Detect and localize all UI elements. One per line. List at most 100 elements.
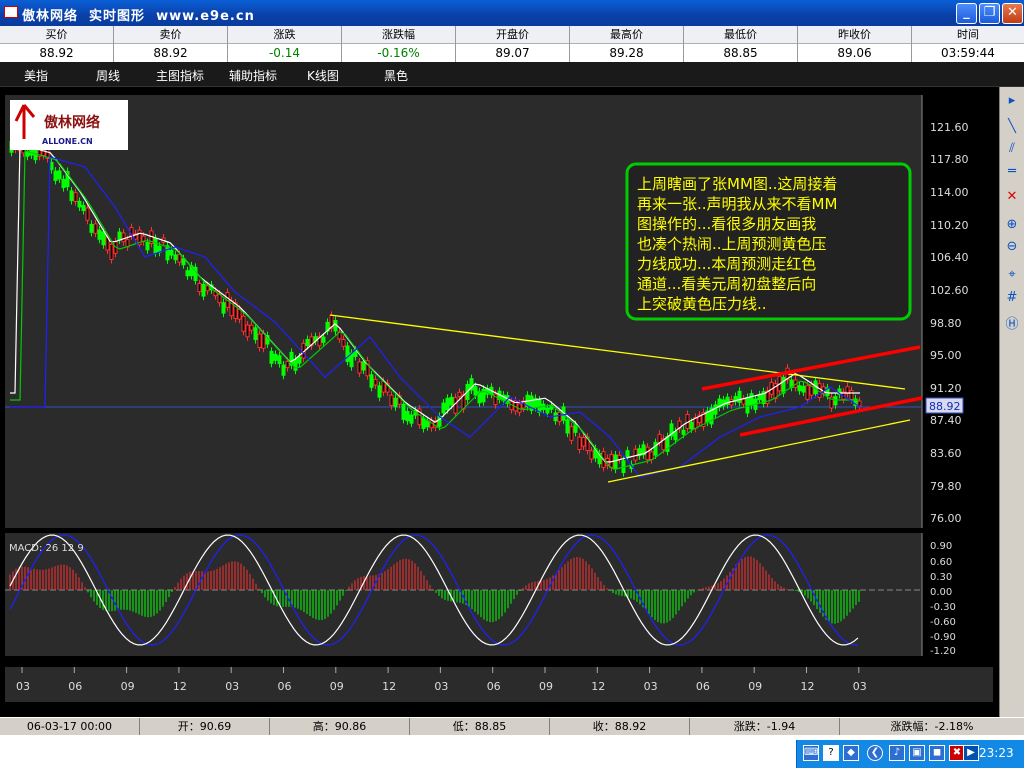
quote-table: 买价 88.92 卖价 88.92 涨跌 -0.14 涨跌幅 -0.16% 开盘价 89.… <box>0 26 1024 62</box>
candle-body <box>85 207 90 221</box>
candle-body <box>341 339 346 347</box>
candle-body <box>221 302 226 314</box>
annotation-line: 上周瞎画了张MM图..这周接着 <box>637 175 837 193</box>
price-tick: 121.60 <box>930 121 969 134</box>
price-tick: 79.80 <box>930 480 962 493</box>
candle-body <box>177 254 182 263</box>
candle-body <box>145 242 150 251</box>
candle-body <box>305 339 310 347</box>
candle-body <box>77 200 82 208</box>
candle-body <box>297 356 302 364</box>
price-tick: 87.40 <box>930 414 962 427</box>
minimize-button[interactable]: _ <box>956 3 977 24</box>
candle-body <box>445 397 450 411</box>
zoom-in-icon[interactable]: ⊕ <box>1002 215 1022 235</box>
candle-body <box>165 245 170 261</box>
candle-body <box>357 361 362 374</box>
menu-item-weekly[interactable]: 周线 <box>96 67 120 84</box>
network-icon[interactable]: ◆ <box>843 745 859 761</box>
quote-value: 88.92 <box>39 46 74 60</box>
candle-body <box>797 385 802 392</box>
candle-body <box>269 350 274 364</box>
tray-expand-icon[interactable]: ❮ <box>867 745 883 761</box>
candle-body <box>569 426 574 441</box>
candle-body <box>545 407 550 414</box>
status-close: 收：88.92 <box>550 718 690 736</box>
candle-body <box>281 364 286 376</box>
candle-body <box>565 419 570 434</box>
candle-body <box>645 446 650 461</box>
time-tick: 03 <box>434 680 448 693</box>
candle-body <box>241 315 246 332</box>
status-change: 涨跌：-1.94 <box>690 718 840 736</box>
hl-tool-icon[interactable]: Ⓗ <box>1002 315 1022 335</box>
macd-tick: 0.60 <box>930 557 952 568</box>
hline-tool-icon[interactable]: ═ <box>1002 162 1022 182</box>
macd-tick: 0.00 <box>930 587 952 598</box>
parallel-line-icon[interactable]: ⫽ <box>1002 139 1022 159</box>
candle-body <box>741 398 746 405</box>
candle-body <box>253 327 258 341</box>
candle-body <box>441 402 446 414</box>
menu-item-usd-index[interactable]: 美指 <box>24 67 48 84</box>
quote-header: 昨收价 <box>798 26 911 44</box>
media-icon[interactable]: ▶ <box>963 745 979 761</box>
grid-icon[interactable]: # <box>1002 288 1022 308</box>
close-button[interactable]: ✕ <box>1002 3 1023 24</box>
volume-icon[interactable]: ♪ <box>889 745 905 761</box>
quote-bid: 买价 88.92 <box>0 26 114 62</box>
line-tool-icon[interactable]: ╲ <box>1002 117 1022 137</box>
status-low: 低：88.85 <box>410 718 550 736</box>
help-icon[interactable]: ? <box>823 745 839 761</box>
candle-body <box>457 391 462 397</box>
candle-body <box>69 190 74 202</box>
crosshair-icon[interactable]: ⌖ <box>1002 265 1022 285</box>
status-high: 高：90.86 <box>270 718 410 736</box>
candle-body <box>173 254 178 261</box>
candle-body <box>169 249 174 256</box>
annotation-line: 力线成功...本周预测走红色 <box>637 255 816 273</box>
quote-header: 涨跌幅 <box>342 26 455 44</box>
status-bar: 06-03-17 00:00 开：90.69 高：90.86 低：88.85 收… <box>0 717 1024 736</box>
candle-body <box>373 378 378 386</box>
candle-body <box>673 431 678 441</box>
chart-area[interactable]: 121.60 117.80 114.00 110.20 106.40 102.6… <box>0 87 999 717</box>
macd-label: MACD: 26 12 9 <box>9 543 84 554</box>
zoom-out-icon[interactable]: ⊖ <box>1002 237 1022 257</box>
menu-item-main-indicator[interactable]: 主图指标 <box>156 67 204 84</box>
tray-app-icon[interactable]: ▣ <box>909 745 925 761</box>
candle-body <box>193 266 198 281</box>
menu-item-black-theme[interactable]: 黑色 <box>384 67 408 84</box>
candle-body <box>109 243 114 260</box>
candle-body <box>285 360 290 369</box>
candle-body <box>625 450 630 458</box>
menu-item-sub-indicator[interactable]: 辅助指标 <box>229 67 277 84</box>
window-titlebar[interactable]: 傲林网络 实时图形 www.e9e.cn _ ❐ ✕ <box>0 0 1024 26</box>
quote-value: 03:59:44 <box>941 46 995 60</box>
price-tick: 117.80 <box>930 153 969 166</box>
candle-body <box>757 394 762 401</box>
annotation-line: 再来一张..声明我从来不看MM <box>637 195 837 213</box>
annotation-line: 通道...看美元周初盘整后向 <box>637 275 816 293</box>
candle-body <box>781 376 786 394</box>
clock: 23:23 <box>979 746 1014 760</box>
price-chart[interactable]: 121.60 117.80 114.00 110.20 106.40 102.6… <box>0 87 999 717</box>
quote-value: 88.92 <box>153 46 188 60</box>
time-tick: 03 <box>225 680 239 693</box>
maximize-button[interactable]: ❐ <box>979 3 1000 24</box>
candle-body <box>805 385 810 400</box>
tray-app-icon-2[interactable]: ◼ <box>929 745 945 761</box>
candle-body <box>557 411 562 423</box>
time-tick: 12 <box>801 680 815 693</box>
pointer-icon[interactable]: ▸ <box>1002 91 1022 111</box>
menu-item-candlestick[interactable]: K线图 <box>307 67 339 84</box>
macd-tick: 0.30 <box>930 572 952 583</box>
candle-body <box>589 450 594 460</box>
delete-icon[interactable]: ✕ <box>1002 187 1022 207</box>
window-title: 傲林网络 实时图形 www.e9e.cn <box>22 9 255 24</box>
candle-body <box>633 448 638 461</box>
keyboard-icon[interactable]: ⌨ <box>803 745 819 761</box>
time-tick: 12 <box>591 680 605 693</box>
quote-ask: 卖价 88.92 <box>114 26 228 62</box>
time-tick: 12 <box>173 680 187 693</box>
